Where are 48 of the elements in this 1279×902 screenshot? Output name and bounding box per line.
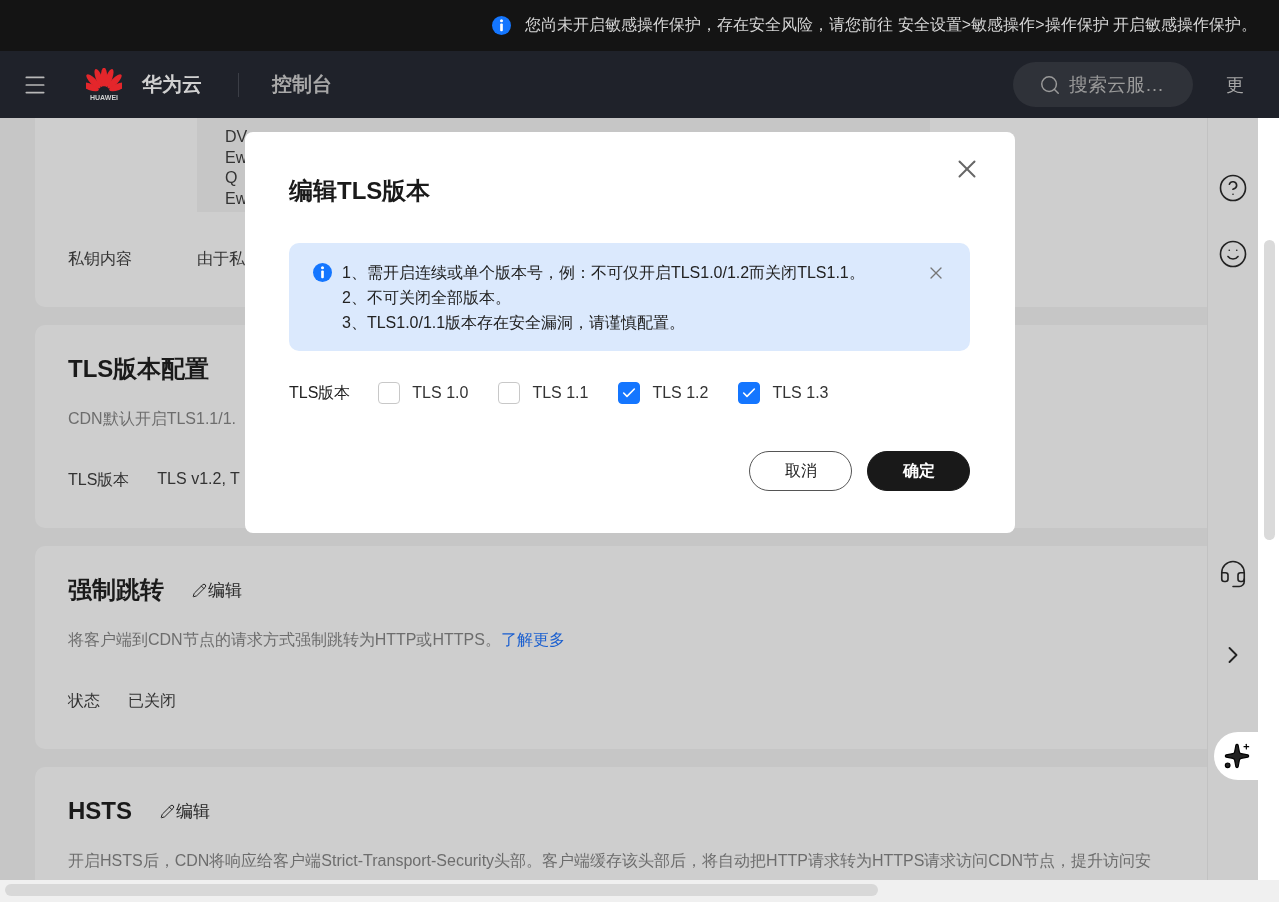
section-title: HSTS [68, 797, 132, 825]
field-label: 私钥内容 [68, 249, 133, 269]
scroll-thumb[interactable] [5, 884, 878, 896]
smile-icon[interactable] [1218, 239, 1248, 269]
notice-text: 您尚未开启敏感操作保护，存在安全风险，请您前往 安全设置>敏感操作>操作保护 开启敏感操作保护。 [525, 15, 1257, 35]
info-icon [313, 263, 332, 282]
dialog-title: 编辑TLS版本 [289, 176, 432, 206]
section-description: 将客户端到CDN节点的请求方式强制跳转为HTTP或HTTPS。了解更多 [68, 630, 566, 650]
flower-logo-icon [86, 68, 122, 94]
section-description: 开启HSTS后，CDN将响应给客户端Strict-Transport-Security头部。客户端缓存该头部后，将自动把HTTP请求转为HTTPS请求访问CDN节点，提升访问安 [68, 851, 1152, 871]
scroll-thumb[interactable] [1264, 240, 1275, 540]
tls-checkbox[interactable]: TLS 1.1 [498, 382, 589, 404]
tls-checkbox[interactable]: TLS 1.0 [378, 382, 469, 404]
console-title[interactable]: 控制台 [272, 71, 332, 98]
tls-checkbox[interactable]: TLS 1.2 [618, 382, 709, 404]
field-label: TLS版本 [68, 470, 130, 490]
checkbox[interactable] [498, 382, 521, 404]
sparkle-button[interactable] [1214, 732, 1260, 780]
checkbox[interactable] [378, 382, 401, 404]
search-field[interactable]: 搜索云服… [1013, 62, 1193, 107]
field-label: 状态 [68, 691, 100, 711]
brand-name[interactable]: 华为云 [142, 71, 202, 98]
section-title: TLS版本配置 [68, 354, 210, 384]
learn-more-link[interactable]: 了解更多 [500, 631, 565, 648]
pencil-icon [192, 582, 207, 598]
search-icon [1039, 73, 1061, 96]
alert-text: 3、TLS1.0/1.1版本存在安全漏洞，请谨慎配置。 [342, 313, 687, 333]
section-description: CDN默认开启TLS1.1/1. [68, 409, 238, 429]
checkbox[interactable] [738, 382, 761, 404]
edit-link[interactable]: 编辑 [160, 799, 210, 823]
cancel-button[interactable]: 取消 [749, 451, 852, 491]
headset-icon[interactable] [1218, 559, 1248, 589]
edit-link[interactable]: 编辑 [192, 578, 242, 602]
info-icon [492, 16, 512, 35]
confirm-button[interactable]: 确定 [867, 451, 970, 491]
alert-text: 2、不可关闭全部版本。 [342, 288, 512, 308]
checkbox[interactable] [618, 382, 641, 404]
tls-checkbox[interactable]: TLS 1.3 [738, 382, 829, 404]
pencil-icon [160, 803, 175, 819]
field-value: TLS v1.2, T [157, 470, 240, 488]
field-label: TLS版本 [289, 382, 351, 403]
section-title: 强制跳转 [68, 575, 164, 605]
alert-text: 1、需开启连续或单个版本号，例：不可仅开启TLS1.0/1.2而关闭TLS1.1。 [342, 263, 866, 283]
field-value: 已关闭 [128, 691, 176, 711]
help-icon[interactable] [1218, 173, 1248, 203]
more-menu[interactable]: 更 [1226, 72, 1279, 97]
field-value: 由于私 [197, 249, 245, 269]
sparkle-icon [1223, 742, 1251, 770]
